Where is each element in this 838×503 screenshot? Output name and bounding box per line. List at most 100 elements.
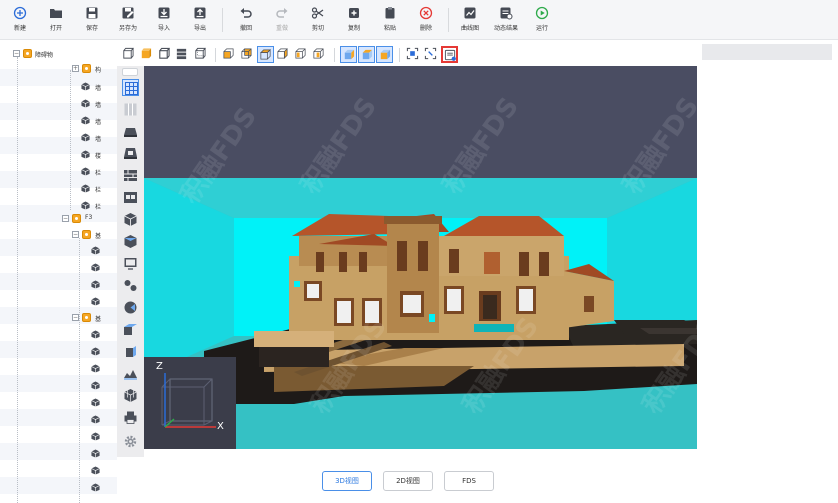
- outline-view-button[interactable]: [156, 46, 173, 63]
- solid-view-button[interactable]: [138, 46, 155, 63]
- cut-button[interactable]: 剪切: [302, 6, 334, 36]
- obstruction-tool-button[interactable]: [122, 123, 139, 140]
- cube-grid-icon: [124, 389, 137, 402]
- undo-button[interactable]: 撤回: [230, 6, 262, 36]
- plane-tool-button[interactable]: [122, 321, 139, 338]
- view-top-button[interactable]: [257, 46, 274, 63]
- expander-toggle[interactable]: −: [62, 215, 69, 222]
- tab-fds[interactable]: FDS: [444, 471, 494, 491]
- terrain-tool-button[interactable]: [122, 365, 139, 382]
- mesh-tool-button[interactable]: [122, 101, 139, 118]
- properties-panel-header: [702, 44, 832, 60]
- delete-button-label: 删除: [419, 25, 432, 32]
- cube-icon: [81, 133, 90, 142]
- view-left-button[interactable]: [293, 46, 310, 63]
- particle-tool-button[interactable]: [122, 277, 139, 294]
- tree-root-label[interactable]: 障碍物: [35, 50, 53, 59]
- copy-button[interactable]: 复制: [338, 6, 370, 36]
- redo-button[interactable]: 重做: [266, 6, 298, 36]
- tree-subgroup-label[interactable]: 基: [95, 314, 101, 323]
- layered-view-button[interactable]: [174, 46, 191, 63]
- view-bottom-button[interactable]: [275, 46, 292, 63]
- tree-item-label[interactable]: 墙: [95, 100, 101, 109]
- printer-tool-button[interactable]: [122, 409, 139, 426]
- expander-toggle[interactable]: −: [13, 50, 20, 57]
- cube-icon: [91, 280, 100, 289]
- iso-cube-icon: [362, 49, 373, 60]
- fds-preview-button[interactable]: [441, 46, 458, 63]
- iso-view-1-button[interactable]: [340, 46, 357, 63]
- fds-preview-icon: [444, 49, 456, 61]
- tree-item-label[interactable]: 构: [95, 65, 101, 74]
- grid-tool-button[interactable]: [122, 79, 139, 96]
- view-top-icon: [259, 48, 272, 60]
- tab-3d-view[interactable]: 3D视图: [322, 471, 372, 491]
- expander-toggle[interactable]: +: [72, 65, 79, 72]
- wireframe-view-button[interactable]: [120, 46, 137, 63]
- tree-item-label[interactable]: 墙: [95, 117, 101, 126]
- tree-connector: [79, 238, 80, 503]
- view-front-button[interactable]: [221, 46, 238, 63]
- wall-tool-button[interactable]: [122, 167, 139, 184]
- cube-icon: [81, 201, 90, 210]
- iso-view-2-button[interactable]: [358, 46, 375, 63]
- save-as-button[interactable]: 另存为: [112, 6, 144, 36]
- settings-button[interactable]: [122, 433, 139, 450]
- tree-item-label[interactable]: 墙: [95, 134, 101, 143]
- device-tool-button[interactable]: [122, 255, 139, 272]
- tab-2d-view[interactable]: 2D视图: [383, 471, 433, 491]
- delete-button[interactable]: 删除: [410, 6, 442, 36]
- delete-icon: [419, 6, 433, 20]
- toolbar-divider: [222, 8, 223, 32]
- tree-item-label[interactable]: 栏: [95, 168, 101, 177]
- block-tool-button[interactable]: [122, 211, 139, 228]
- view-back-button[interactable]: [239, 46, 256, 63]
- import-button[interactable]: 导入: [148, 6, 180, 36]
- open-button[interactable]: 打开: [40, 6, 72, 36]
- vent-tool-button[interactable]: [122, 233, 139, 250]
- new-button-label: 新建: [13, 25, 26, 32]
- hole-tool-button[interactable]: [122, 145, 139, 162]
- expander-toggle[interactable]: −: [72, 231, 79, 238]
- cube-icon: [91, 415, 100, 424]
- iso-view-3-button[interactable]: [376, 46, 393, 63]
- zoom-region-button[interactable]: [423, 46, 440, 63]
- cube-icon: [91, 466, 100, 475]
- cube-icon: [91, 432, 100, 441]
- undo-icon: [240, 8, 252, 18]
- tree-item-label[interactable]: 栏: [95, 202, 101, 211]
- hole-icon: [124, 148, 137, 159]
- window-tool-button[interactable]: [122, 189, 139, 206]
- fan-tool-button[interactable]: [122, 299, 139, 316]
- tree-group-f3-label[interactable]: F3: [85, 214, 92, 221]
- transparent-view-button[interactable]: [192, 46, 209, 63]
- export-button[interactable]: 导出: [184, 6, 216, 36]
- tree-subgroup-label[interactable]: 基: [95, 231, 101, 240]
- view-right-icon: [313, 48, 324, 59]
- tree-item-label[interactable]: 栏: [95, 185, 101, 194]
- save-button[interactable]: 保存: [76, 6, 108, 36]
- expander-toggle[interactable]: −: [72, 314, 79, 321]
- slice-tool-button[interactable]: [122, 343, 139, 360]
- run-button[interactable]: 运行: [526, 6, 558, 36]
- sidebar-collapse-handle[interactable]: [122, 68, 138, 76]
- view-right-button[interactable]: [311, 46, 328, 63]
- obstacle-tree: − 障碍物 + 构 墙 墙 墙 墙 楼 栏 栏 栏 − F3 − 基 − 基: [0, 40, 117, 503]
- zoom-fit-button[interactable]: [405, 46, 422, 63]
- 3d-viewport[interactable]: 积融FDS 积融FDS 积融FDS 积融FDS 积融FDS 积融FDS 积融FD…: [144, 66, 697, 449]
- paste-button[interactable]: 粘贴: [374, 6, 406, 36]
- tree-item-label[interactable]: 墙: [95, 83, 101, 92]
- dynamic-result-button[interactable]: 动态结果: [490, 6, 522, 36]
- axis-z-label: Z: [156, 361, 163, 372]
- line-chart-button[interactable]: 曲线图: [454, 6, 486, 36]
- undo-button-label: 撤回: [239, 25, 252, 32]
- redo-button-label: 重做: [275, 25, 288, 32]
- paste-button-label: 粘贴: [383, 25, 396, 32]
- zoom-region-icon: [424, 47, 437, 60]
- tree-item-label[interactable]: 楼: [95, 151, 101, 160]
- cube-icon: [91, 449, 100, 458]
- view-toolbar-divider: [334, 48, 335, 62]
- cube-grid-tool-button[interactable]: [122, 387, 139, 404]
- new-button[interactable]: 新建: [4, 6, 36, 36]
- run-icon: [535, 6, 549, 20]
